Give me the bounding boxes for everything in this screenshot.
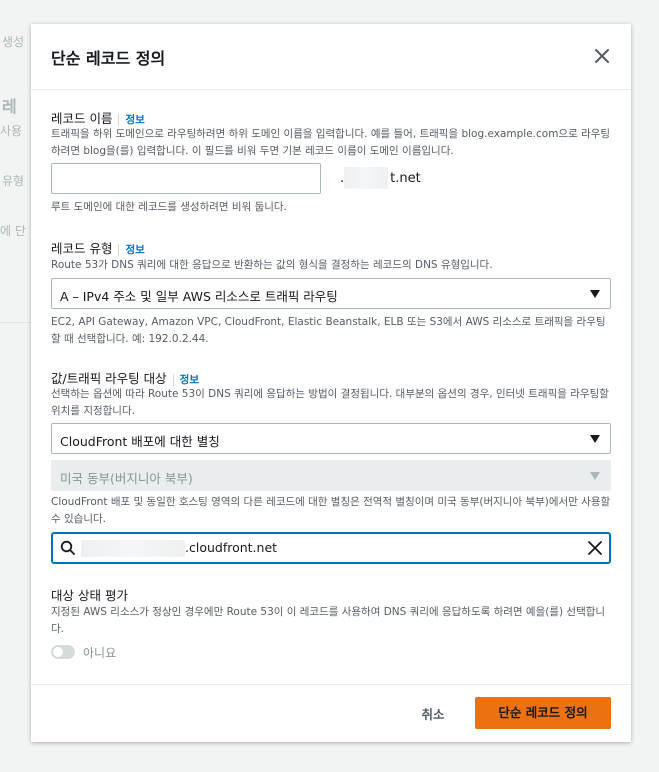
route-target-info-link[interactable]: 정보 (172, 374, 199, 386)
endpoint-select[interactable]: CloudFront 배포에 대한 별칭 (51, 423, 611, 454)
alias-target-search-input[interactable]: .cloudfront.net (51, 532, 611, 564)
bg-fragment: 사용 (0, 124, 23, 138)
toggle-label: 아니요 (83, 646, 117, 660)
record-name-label: 레코드 이름 (51, 111, 113, 126)
close-icon (595, 49, 609, 63)
cancel-button[interactable]: 취소 (403, 700, 463, 730)
clear-icon[interactable] (587, 540, 603, 556)
record-type-select[interactable]: A – IPv4 주소 및 일부 AWS 리소스로 트래픽 라우팅 (51, 278, 611, 309)
health-description: 지정된 AWS 리소스가 정상인 경우에만 Route 53이 이 레코드를 사… (51, 606, 606, 635)
record-name-label-row: 레코드 이름 정보 (51, 108, 145, 127)
bg-fragment: 생성 (2, 35, 25, 49)
define-record-button[interactable]: 단순 레코드 정의 (475, 697, 611, 729)
record-type-description: Route 53가 DNS 쿼리에 대한 응답으로 반환하는 값의 형식을 결정… (51, 259, 493, 271)
record-type-info-link[interactable]: 정보 (118, 244, 145, 256)
record-type-value: A – IPv4 주소 및 일부 AWS 리소스로 트래픽 라우팅 (60, 289, 338, 304)
route-target-label: 값/트래픽 라우팅 대상 (51, 371, 167, 386)
record-name-helper: 루트 도메인에 대한 레코드를 생성하려면 비워 둡니다. (51, 201, 287, 213)
record-name-description: 트래픽을 하위 도메인으로 라우팅하려면 하위 도메인 이름을 입력합니다. 예… (51, 128, 611, 157)
region-value: 미국 동부(버지니아 북부) (60, 471, 193, 486)
domain-suffix-text: t.net (390, 171, 421, 186)
modal-header: 단순 레코드 정의 (31, 24, 631, 90)
record-name-info-link[interactable]: 정보 (118, 114, 145, 126)
route-target-description: 선택하는 옵션에 따라 Route 53이 DNS 쿼리에 응답하는 방법이 결… (51, 388, 609, 417)
caret-down-icon (590, 472, 600, 480)
caret-down-icon (590, 435, 600, 443)
record-type-label: 레코드 유형 (51, 241, 113, 256)
route-target-helper: CloudFront 배포 및 동일한 호스팅 영역의 다른 레코드에 대한 별… (51, 496, 611, 525)
evaluate-health-toggle[interactable] (51, 645, 75, 659)
bg-fragment: 유형 (2, 174, 25, 188)
endpoint-value: CloudFront 배포에 대한 별칭 (60, 434, 220, 449)
domain-suffix: . t.net (340, 171, 421, 186)
search-value: .cloudfront.net (185, 540, 278, 555)
bg-fragment: 에 단 (0, 224, 26, 238)
health-label: 대상 상태 평가 (51, 588, 128, 603)
record-type-helper: EC2, API Gateway, Amazon VPC, CloudFront… (51, 316, 606, 345)
record-name-input[interactable] (51, 163, 321, 194)
define-record-modal: 단순 레코드 정의 레코드 이름 정보 트래픽을 하위 도메인으로 라우팅하려면 … (31, 24, 631, 742)
redacted-distribution (81, 540, 185, 557)
close-button[interactable] (591, 45, 613, 67)
health-label-row: 대상 상태 평가 (51, 585, 128, 604)
caret-down-icon (590, 290, 600, 298)
record-type-label-row: 레코드 유형 정보 (51, 238, 145, 257)
bg-fragment: 레 (2, 97, 17, 116)
toggle-knob (53, 647, 63, 657)
region-select: 미국 동부(버지니아 북부) (51, 460, 611, 491)
route-target-label-row: 값/트래픽 라우팅 대상 정보 (51, 368, 199, 387)
modal-title: 단순 레코드 정의 (51, 49, 166, 68)
search-icon (60, 540, 75, 555)
